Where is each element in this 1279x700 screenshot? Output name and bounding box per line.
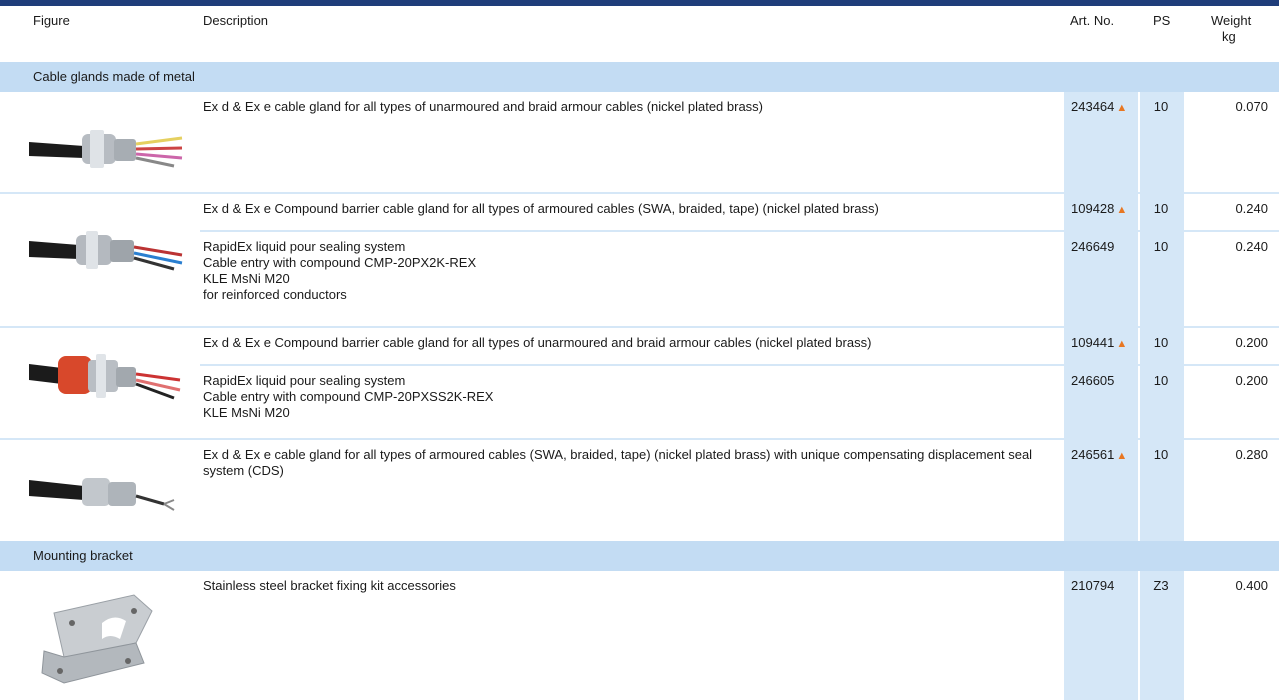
table-row: Ex d & Ex e cable gland for all types of… [0, 440, 1279, 540]
art-no-value: 246561 [1071, 447, 1115, 462]
table-row: Ex d & Ex e Compound barrier cable gland… [0, 328, 1279, 364]
art-no: 246649 [1071, 239, 1114, 255]
ps-value: 10 [1153, 335, 1169, 350]
description: Ex d & Ex e cable gland for all types of… [203, 99, 764, 114]
section-header: Cable glands made of metal [0, 62, 1279, 92]
description: Stainless steel bracket fixing kit acces… [203, 578, 456, 593]
art-no-value: 210794 [1071, 578, 1115, 593]
table-row: Stainless steel bracket fixing kit acces… [0, 571, 1279, 700]
section-header: Mounting bracket [0, 541, 1279, 571]
art-no-value: 109441 [1071, 335, 1115, 350]
description: Ex d & Ex e Compound barrier cable gland… [203, 201, 879, 216]
art-no: 210794 [1071, 578, 1114, 594]
art-no: 243464 ▲ [1071, 99, 1127, 116]
new-marker-icon: ▲ [1116, 102, 1128, 114]
description: Ex d & Ex e Compound barrier cable gland… [203, 335, 872, 350]
art-no-value: 246605 [1071, 373, 1115, 388]
section-title: Mounting bracket [33, 548, 133, 563]
table-row: Ex d & Ex e cable gland for all types of… [0, 92, 1279, 192]
ps-value: 10 [1153, 447, 1169, 462]
weight-value: 0.240 [1235, 201, 1268, 216]
weight-value: 0.200 [1235, 373, 1268, 388]
table-header: Figure Description Art. No. PS Weight kg [0, 6, 1279, 62]
cds-cable-gland-image [24, 458, 184, 531]
table-row: RapidEx liquid pour sealing system Cable… [0, 232, 1279, 326]
description: RapidEx liquid pour sealing system Cable… [203, 373, 494, 420]
art-no-value: 243464 [1071, 99, 1115, 114]
header-ps: PS [1153, 13, 1171, 28]
section-title: Cable glands made of metal [33, 69, 195, 84]
header-art-no: Art. No. [1070, 13, 1115, 28]
weight-value: 0.240 [1235, 239, 1268, 254]
art-no: 109428 ▲ [1071, 201, 1127, 218]
art-no-value: 109428 [1071, 201, 1115, 216]
new-marker-icon: ▲ [1116, 204, 1128, 216]
mounting-bracket-image [24, 583, 184, 696]
description: Ex d & Ex e cable gland for all types of… [203, 447, 1033, 478]
ps-value: Z3 [1153, 578, 1169, 593]
weight-value: 0.200 [1235, 335, 1268, 350]
table-row: RapidEx liquid pour sealing system Cable… [0, 366, 1279, 438]
ps-value: 10 [1153, 201, 1169, 216]
header-figure: Figure [33, 13, 70, 28]
ps-value: 10 [1153, 239, 1169, 254]
header-weight: Weight [1211, 13, 1252, 28]
art-no: 246605 [1071, 373, 1114, 389]
new-marker-icon: ▲ [1116, 338, 1128, 350]
weight-value: 0.070 [1235, 99, 1268, 114]
cable-gland-image [24, 112, 184, 180]
weight-value: 0.280 [1235, 447, 1268, 462]
weight-value: 0.400 [1235, 578, 1268, 593]
header-description: Description [203, 13, 269, 28]
art-no: 246561 ▲ [1071, 447, 1127, 464]
description: RapidEx liquid pour sealing system Cable… [203, 239, 477, 302]
ps-value: 10 [1153, 373, 1169, 388]
header-weight-unit: kg [1222, 29, 1236, 44]
art-no-value: 246649 [1071, 239, 1115, 254]
art-no: 109441 ▲ [1071, 335, 1127, 352]
new-marker-icon: ▲ [1116, 450, 1128, 462]
ps-value: 10 [1153, 99, 1169, 114]
table-row: Ex d & Ex e Compound barrier cable gland… [0, 194, 1279, 230]
